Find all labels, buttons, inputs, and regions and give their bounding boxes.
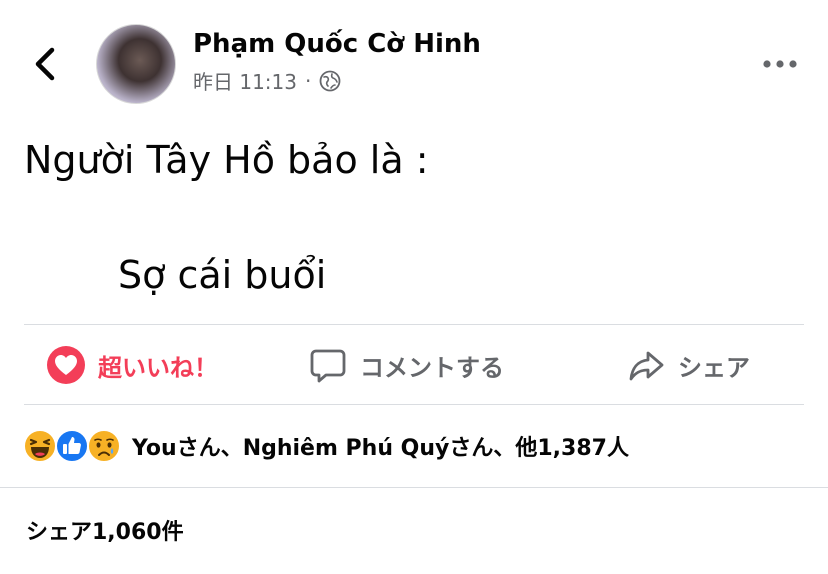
comment-icon (308, 345, 348, 385)
divider (24, 404, 804, 405)
reactions-summary[interactable]: Youさん、Nghiêm Phú Quýさん、他1,387人 (22, 428, 629, 464)
author-name[interactable]: Phạm Quốc Cờ Hinh (193, 29, 481, 59)
divider (24, 324, 804, 325)
chevron-left-icon (35, 47, 55, 81)
divider (0, 487, 828, 488)
post-text-line-2: Sợ cái buổi (118, 253, 327, 297)
meta-separator: · (305, 68, 312, 93)
like-icon (55, 429, 89, 463)
post-timestamp[interactable]: 昨日 11:13 (193, 66, 297, 95)
back-button[interactable] (30, 46, 60, 82)
reaction-icons (22, 428, 121, 464)
reactions-summary-text: Youさん、Nghiêm Phú Quýさん、他1,387人 (132, 436, 629, 461)
love-reaction-label: 超いいね！ (98, 353, 218, 382)
more-options-button[interactable] (762, 56, 798, 70)
haha-icon (23, 429, 57, 463)
avatar[interactable] (96, 24, 176, 104)
globe-icon (319, 70, 341, 91)
more-horizontal-icon (763, 60, 797, 68)
comment-button[interactable]: コメントする (308, 342, 504, 388)
comment-label: コメントする (360, 353, 504, 382)
love-reaction-button[interactable]: 超いいね！ (46, 342, 218, 388)
share-icon (626, 345, 666, 385)
post-meta: 昨日 11:13 · (193, 66, 341, 95)
shares-count[interactable]: シェア1,060件 (26, 514, 184, 546)
sad-icon (87, 429, 121, 463)
love-icon (46, 345, 86, 385)
share-button[interactable]: シェア (626, 342, 750, 388)
share-label: シェア (678, 353, 750, 382)
post-text-line-1: Người Tây Hồ bảo là : (24, 138, 429, 182)
